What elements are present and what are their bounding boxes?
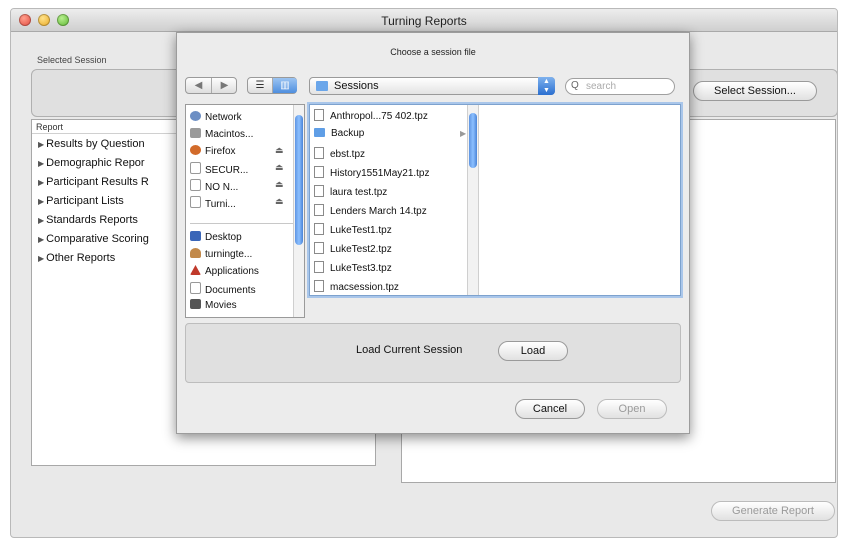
file-item[interactable]: macsession.tpz	[314, 280, 399, 293]
document-icon	[314, 280, 324, 292]
file-browser: Anthropol...75 402.tpz Backup ▶ ebst.tpz …	[309, 104, 681, 296]
document-icon	[314, 204, 324, 216]
disclosure-triangle-icon[interactable]: ▶	[38, 159, 44, 168]
search-field[interactable]: Q search	[565, 78, 675, 95]
choose-session-sheet: Choose a session file ◀ ▶ ☰ ▥ Sessions ▲…	[176, 32, 690, 434]
load-current-session-label: Load Current Session	[356, 344, 463, 356]
report-item-results-by-question[interactable]: ▶ Results by Question	[38, 138, 145, 150]
view-mode-control[interactable]: ☰ ▥	[247, 77, 297, 94]
places-sidebar: Network Macintos... Firefox ⏏ SECUR... ⏏ N…	[185, 104, 305, 318]
sidebar-scrollbar[interactable]	[293, 105, 304, 317]
eject-icon[interactable]: ⏏	[275, 196, 284, 207]
network-icon	[190, 111, 201, 121]
report-item-comparative-scoring[interactable]: ▶ Comparative Scoring	[38, 233, 149, 245]
file-column-scrollbar[interactable]	[467, 105, 478, 295]
sidebar-item-movies[interactable]: Movies	[190, 299, 237, 311]
window-title: Turning Reports	[381, 14, 467, 28]
file-column: Anthropol...75 402.tpz Backup ▶ ebst.tpz …	[310, 105, 479, 295]
load-button[interactable]: Load	[498, 341, 568, 361]
file-item[interactable]: History1551May21.tpz	[314, 166, 430, 179]
document-icon	[314, 166, 324, 178]
search-placeholder: search	[586, 81, 617, 92]
home-icon	[190, 248, 201, 258]
sidebar-item-firefox[interactable]: Firefox ⏏	[190, 145, 284, 157]
column-view-icon[interactable]: ▥	[273, 78, 297, 93]
disclosure-triangle-icon[interactable]: ▶	[38, 254, 44, 263]
sidebar-item-desktop[interactable]: Desktop	[190, 231, 242, 243]
document-icon	[314, 223, 324, 235]
back-arrow-icon[interactable]: ◀	[186, 78, 212, 93]
report-item-standards[interactable]: ▶ Standards Reports	[38, 214, 138, 226]
disclosure-triangle-icon[interactable]: ▶	[38, 216, 44, 225]
generate-report-button[interactable]: Generate Report	[711, 501, 835, 521]
movies-icon	[190, 299, 201, 309]
document-icon	[314, 185, 324, 197]
folder-item-backup[interactable]: Backup ▶	[314, 128, 474, 139]
sidebar-item-network[interactable]: Network	[190, 111, 242, 123]
report-item-demographic[interactable]: ▶ Demographic Repor	[38, 157, 145, 169]
file-item[interactable]: LukeTest3.tpz	[314, 261, 392, 274]
load-current-session-box: Load Current Session Load	[185, 323, 681, 383]
folder-arrow-icon: ▶	[460, 129, 467, 138]
back-forward-control[interactable]: ◀ ▶	[185, 77, 237, 94]
sheet-title: Choose a session file	[390, 47, 476, 57]
location-popup[interactable]: Sessions ▲ ▼	[309, 77, 555, 95]
file-scroll-thumb[interactable]	[469, 113, 477, 168]
sidebar-item-home[interactable]: turningte...	[190, 248, 252, 260]
sidebar-item-applications[interactable]: Applications	[190, 265, 259, 277]
cancel-button[interactable]: Cancel	[515, 399, 585, 419]
select-session-button[interactable]: Select Session...	[693, 81, 817, 101]
list-view-icon[interactable]: ☰	[248, 78, 273, 93]
sidebar-item-no-name[interactable]: NO N... ⏏	[190, 179, 284, 193]
disk-icon	[190, 179, 201, 191]
report-item-participant-lists[interactable]: ▶ Participant Lists	[38, 195, 124, 207]
document-icon	[314, 147, 324, 159]
sidebar-item-secure[interactable]: SECUR... ⏏	[190, 162, 284, 176]
location-label: Sessions	[334, 80, 379, 92]
sidebar-item-macintosh-hd[interactable]: Macintos...	[190, 128, 253, 140]
folder-icon	[316, 81, 328, 91]
forward-arrow-icon[interactable]: ▶	[212, 78, 237, 93]
hard-drive-icon	[190, 128, 201, 138]
selected-session-label: Selected Session	[37, 55, 107, 65]
disclosure-triangle-icon[interactable]: ▶	[38, 178, 44, 187]
report-item-participant-results[interactable]: ▶ Participant Results R	[38, 176, 149, 188]
title-bar[interactable]: Turning Reports	[11, 9, 837, 32]
file-item[interactable]: LukeTest1.tpz	[314, 223, 392, 236]
disclosure-triangle-icon[interactable]: ▶	[38, 140, 44, 149]
file-item[interactable]: ebst.tpz	[314, 147, 365, 160]
sidebar-scroll-thumb[interactable]	[295, 115, 303, 245]
eject-icon[interactable]: ⏏	[275, 145, 284, 156]
folder-icon	[314, 128, 325, 137]
sidebar-divider	[190, 223, 296, 224]
report-item-other[interactable]: ▶ Other Reports	[38, 252, 115, 264]
disclosure-triangle-icon[interactable]: ▶	[38, 197, 44, 206]
applications-icon	[190, 265, 201, 275]
desktop-icon	[190, 231, 201, 241]
disclosure-triangle-icon[interactable]: ▶	[38, 235, 44, 244]
file-item[interactable]: LukeTest2.tpz	[314, 242, 392, 255]
file-item[interactable]: Anthropol...75 402.tpz	[314, 109, 428, 122]
firefox-disk-icon	[190, 145, 201, 155]
document-icon	[314, 261, 324, 273]
disk-icon	[190, 196, 201, 208]
eject-icon[interactable]: ⏏	[275, 179, 284, 190]
disk-icon	[190, 162, 201, 174]
eject-icon[interactable]: ⏏	[275, 162, 284, 173]
file-item[interactable]: Lenders March 14.tpz	[314, 204, 427, 217]
documents-icon	[190, 282, 201, 294]
document-icon	[314, 109, 324, 121]
open-button[interactable]: Open	[597, 399, 667, 419]
popup-arrows-icon: ▲ ▼	[538, 77, 555, 95]
sidebar-item-documents[interactable]: Documents	[190, 282, 256, 296]
search-icon: Q	[571, 80, 579, 91]
sidebar-item-turning[interactable]: Turni... ⏏	[190, 196, 284, 210]
document-icon	[314, 242, 324, 254]
file-item[interactable]: laura test.tpz	[314, 185, 387, 198]
